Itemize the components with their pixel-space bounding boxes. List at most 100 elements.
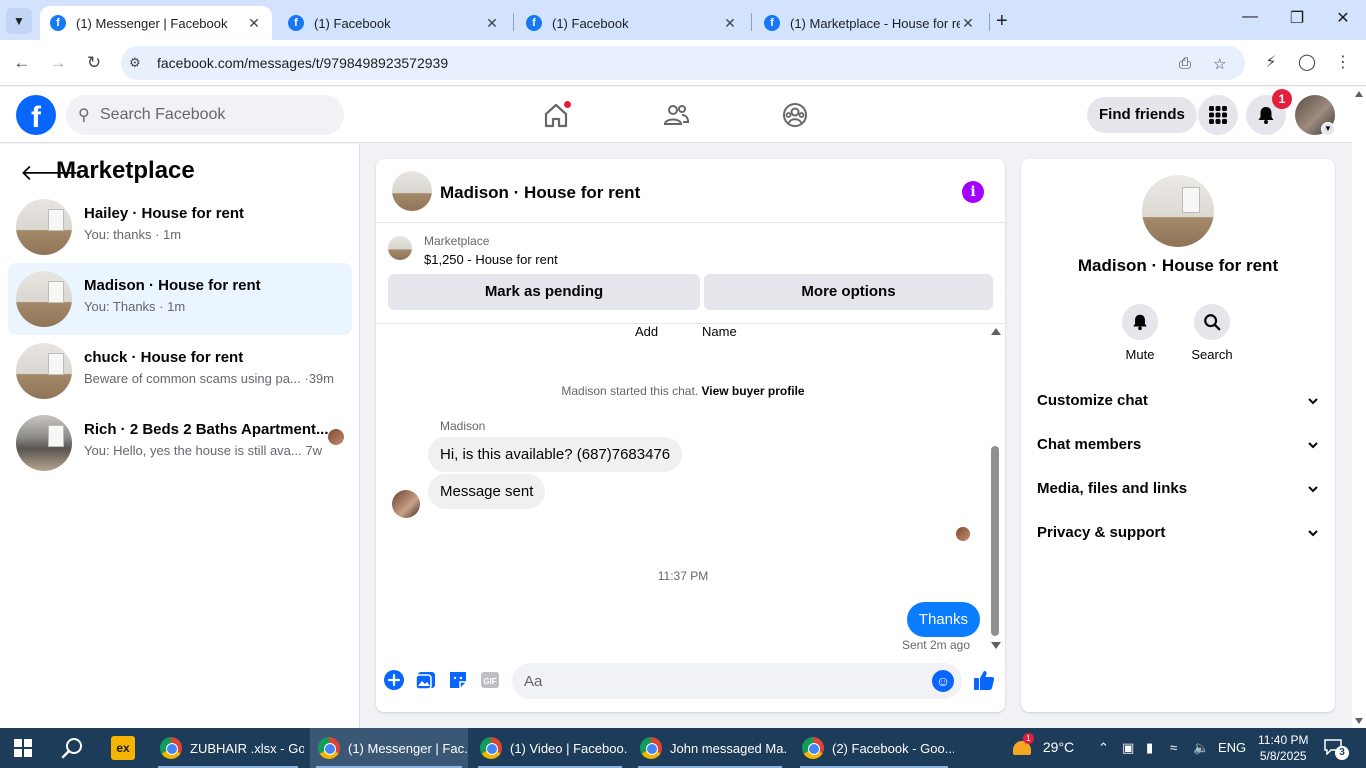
facebook-favicon-icon: f: [288, 15, 304, 31]
page-scrollbar[interactable]: [1352, 87, 1366, 728]
chat-title[interactable]: Madison · House for rent: [440, 183, 640, 203]
search-in-conversation-button[interactable]: Search: [1182, 304, 1242, 362]
incoming-message[interactable]: Hi, is this available? (687)7683476: [428, 437, 683, 472]
facebook-favicon-icon: f: [526, 15, 542, 31]
listing-thumbnail: [16, 343, 72, 399]
listing-thumbnail: [16, 415, 72, 471]
search-label: Search: [1191, 347, 1233, 362]
menu-grid-button[interactable]: [1198, 95, 1238, 135]
chat-members-section[interactable]: Chat members: [1037, 427, 1319, 463]
details-title[interactable]: Madison · House for rent: [1021, 256, 1335, 276]
language-indicator[interactable]: ENG: [1218, 740, 1246, 755]
minimize-icon[interactable]: —: [1238, 8, 1262, 26]
conversation-item-hailey[interactable]: Hailey · House for rent You: thanks · 1m: [8, 191, 352, 263]
message-input[interactable]: Aa ☺: [512, 663, 962, 699]
plus-circle-icon[interactable]: [383, 669, 405, 691]
taskbar-app-sheets[interactable]: ZUBHAIR .xlsx - Go...: [152, 728, 304, 768]
sender-name: Madison: [440, 419, 486, 433]
chevron-down-icon[interactable]: ▼: [1321, 122, 1335, 136]
emoji-icon[interactable]: ☺: [932, 670, 954, 692]
clock[interactable]: 11:40 PM 5/8/2025: [1258, 732, 1308, 764]
new-tab-button[interactable]: +: [996, 10, 1008, 33]
details-listing-thumbnail[interactable]: [1142, 175, 1214, 247]
groups-icon[interactable]: [781, 101, 809, 129]
windows-start-icon[interactable]: [14, 739, 32, 757]
chevron-up-icon[interactable]: ⌃: [1098, 740, 1109, 756]
battery-icon[interactable]: ▮: [1146, 740, 1153, 756]
facebook-search-input[interactable]: ⚲ Search Facebook: [66, 95, 344, 135]
chat-listing-thumbnail[interactable]: [392, 171, 432, 211]
browser-menu-icon[interactable]: ⋮: [1332, 52, 1354, 74]
taskbar-app-messenger[interactable]: (1) Messenger | Fac...: [310, 728, 468, 768]
mute-button[interactable]: Mute: [1110, 304, 1170, 362]
taskbar-search-icon[interactable]: [60, 736, 84, 760]
thumbs-up-icon[interactable]: [972, 668, 996, 692]
taskbar-app-facebook[interactable]: (2) Facebook - Goo...: [794, 728, 954, 768]
outgoing-message[interactable]: Thanks: [906, 602, 980, 637]
tab-title: (1) Messenger | Facebook: [76, 15, 228, 31]
info-icon[interactable]: i: [962, 181, 984, 203]
friends-icon[interactable]: [662, 101, 690, 129]
address-bar[interactable]: ⚙ facebook.com/messages/t/97984989235729…: [121, 46, 1245, 80]
scroll-up-arrow-icon[interactable]: [1355, 91, 1363, 97]
listing-thumbnail[interactable]: [388, 236, 412, 260]
taskbar-app-john[interactable]: John messaged Ma...: [632, 728, 788, 768]
forward-icon[interactable]: →: [46, 51, 70, 75]
tab-marketplace[interactable]: f (1) Marketplace - House for ren ✕: [754, 6, 986, 40]
chat-header: Madison · House for rent i: [376, 159, 1005, 223]
conversation-item-rich[interactable]: Rich · 2 Beds 2 Baths Apartment... You: …: [8, 407, 352, 479]
camera-tray-icon[interactable]: ▣: [1122, 740, 1134, 756]
tab-facebook-1[interactable]: f (1) Facebook ✕: [278, 6, 510, 40]
conversation-item-madison[interactable]: Madison · House for rent You: Thanks · 1…: [8, 263, 352, 335]
tab-divider: [751, 13, 752, 31]
taskbar-app-video[interactable]: (1) Video | Faceboo...: [472, 728, 628, 768]
customize-chat-section[interactable]: Customize chat: [1037, 383, 1319, 419]
extensions-icon[interactable]: ⚡: [1260, 52, 1282, 74]
scroll-down-arrow-icon[interactable]: [1355, 718, 1363, 724]
close-window-icon[interactable]: ✕: [1331, 8, 1355, 28]
photo-icon[interactable]: [415, 669, 437, 691]
restore-icon[interactable]: ❐: [1285, 8, 1309, 28]
search-icon: [1204, 314, 1221, 331]
incoming-message[interactable]: Message sent: [428, 474, 546, 509]
listing-price[interactable]: $1,250 - House for rent: [424, 252, 558, 267]
sticker-icon[interactable]: [447, 669, 469, 691]
notification-center-icon[interactable]: 3: [1324, 739, 1349, 760]
conversation-item-chuck[interactable]: chuck · House for rent Beware of common …: [8, 335, 352, 407]
privacy-support-section[interactable]: Privacy & support: [1037, 515, 1319, 551]
conversation-preview: You: Hello, yes the house is still ava..…: [84, 443, 322, 458]
tab-messenger[interactable]: f (1) Messenger | Facebook ✕: [40, 6, 272, 40]
reload-icon[interactable]: ↻: [82, 51, 106, 75]
weather-badge: 1: [1023, 733, 1034, 745]
message-scrollbar[interactable]: [990, 324, 1001, 654]
sender-avatar[interactable]: [392, 490, 420, 518]
name-label[interactable]: Name: [702, 324, 737, 339]
site-settings-icon[interactable]: ⚙: [129, 55, 145, 71]
close-tab-icon[interactable]: ✕: [960, 15, 976, 32]
browser-toolbar: ← → ↻ ⚙ facebook.com/messages/t/97984989…: [0, 40, 1366, 86]
view-buyer-profile-link[interactable]: View buyer profile: [701, 384, 804, 398]
tab-facebook-2[interactable]: f (1) Facebook ✕: [516, 6, 748, 40]
scroll-up-arrow-icon[interactable]: [991, 328, 1001, 335]
bookmark-star-icon[interactable]: ☆: [1213, 55, 1226, 73]
ex-app-icon[interactable]: ex: [111, 736, 135, 760]
close-tab-icon[interactable]: ✕: [484, 15, 500, 32]
more-options-button[interactable]: More options: [704, 274, 993, 310]
tab-search-button[interactable]: ▼: [6, 8, 32, 34]
add-label[interactable]: Add: [635, 324, 658, 339]
weather-widget[interactable]: 1 29°C: [1013, 733, 1074, 756]
install-app-icon[interactable]: ⎙: [1179, 55, 1191, 72]
back-icon[interactable]: ←: [10, 51, 34, 75]
speaker-icon[interactable]: 🔈: [1193, 740, 1209, 756]
scrollbar-thumb[interactable]: [991, 446, 999, 636]
close-tab-icon[interactable]: ✕: [246, 15, 262, 32]
gif-icon[interactable]: GIF: [479, 669, 501, 691]
facebook-logo-icon[interactable]: f: [16, 95, 56, 135]
mark-as-pending-button[interactable]: Mark as pending: [388, 274, 700, 310]
scroll-down-arrow-icon[interactable]: [991, 642, 1001, 649]
find-friends-button[interactable]: Find friends: [1087, 97, 1197, 133]
profile-icon[interactable]: ◯: [1296, 52, 1318, 74]
wifi-icon[interactable]: ≈: [1170, 740, 1177, 755]
media-files-links-section[interactable]: Media, files and links: [1037, 471, 1319, 507]
close-tab-icon[interactable]: ✕: [722, 15, 738, 32]
